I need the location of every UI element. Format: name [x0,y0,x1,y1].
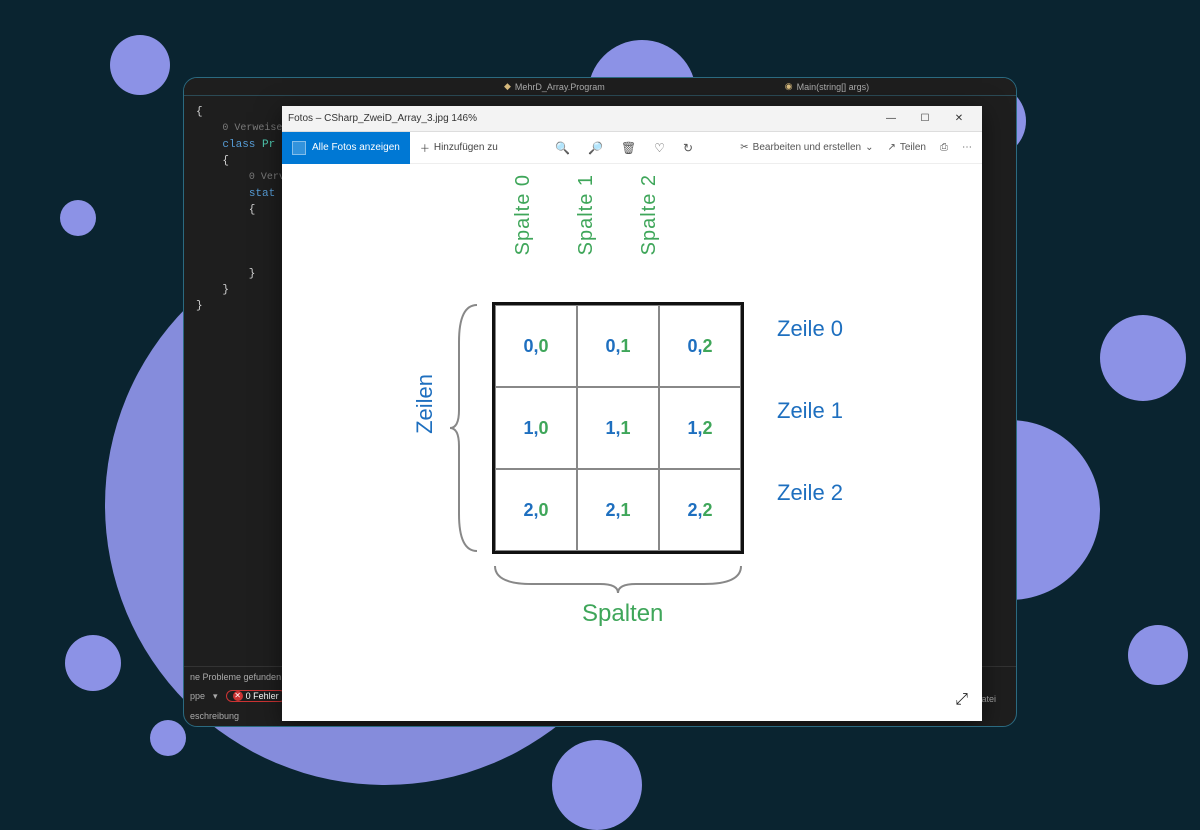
array-grid: 0,0 0,1 0,2 1,0 1,1 1,2 2,0 2,1 2,2 [492,302,744,554]
cell-1-0: 1,0 [495,387,577,469]
photos-titlebar: Fotos – CSharp_ZweiD_Array_3.jpg 146% ― … [282,106,982,132]
expand-icon[interactable]: ⤢ [955,691,968,709]
bottom-brace-icon [492,560,744,596]
crumb-label: MehrD_Array.Program [515,82,605,92]
cell-1-2: 1,2 [659,387,741,469]
class-icon: ◆ [504,81,511,92]
cell-0-1: 0,1 [577,305,659,387]
crumb-label: Main(string[] args) [797,82,870,92]
vs-breadcrumb-bar: ◆ MehrD_Array.Program ◉ Main(string[] ar… [184,78,1016,96]
cell-1-1: 1,1 [577,387,659,469]
window-title: Fotos – CSharp_ZweiD_Array_3.jpg 146% [288,113,477,124]
cell-2-2: 2,2 [659,469,741,551]
more-icon[interactable]: ⋯ [962,142,972,153]
class-name: Pr [262,139,275,151]
references-hint: 0 Verweise [222,123,282,134]
vs-crumb-method[interactable]: ◉ Main(string[] args) [785,81,869,92]
col-label: Spalte 2 [638,174,661,255]
photos-canvas: Spalte 0 Spalte 1 Spalte 2 Zeilen 0,0 0,… [282,164,982,721]
keyword: class [222,139,255,151]
crop-icon: ✂ [740,142,748,153]
minimize-button[interactable]: ― [874,106,908,132]
rows-axis-label: Zeilen [412,374,438,434]
row-label: Zeile 1 [777,398,843,424]
dropdown-label[interactable]: ppe [190,691,205,701]
errors-count: 0 Fehler [246,691,279,701]
col-label: Spalte 1 [575,174,598,255]
visual-studio-window: ◆ MehrD_Array.Program ◉ Main(string[] ar… [183,77,1017,727]
cell-0-2: 0,2 [659,305,741,387]
button-label: Alle Fotos anzeigen [312,142,400,153]
row-label: Zeile 2 [777,480,843,506]
print-icon[interactable]: ⎙ [940,142,948,153]
edit-create-button[interactable]: ✂ Bearbeiten und erstellen ⌄ [740,142,873,153]
bg-circle [1128,625,1188,685]
col-label: Spalte 0 [512,174,535,255]
errors-badge[interactable]: ✕ 0 Fehler [226,690,286,702]
description-label: eschreibung [190,711,239,721]
plus-icon: ＋ [420,140,430,155]
delete-icon[interactable]: 🗑 [621,141,636,155]
left-brace-icon [447,302,483,554]
show-all-photos-button[interactable]: Alle Fotos anzeigen [282,132,410,164]
rotate-icon[interactable]: ↻ [683,141,693,155]
dropdown-arrow-icon[interactable]: ▾ [213,691,218,702]
column-headers: Spalte 0 Spalte 1 Spalte 2 [512,174,730,255]
bg-circle [60,200,96,236]
cell-0-0: 0,0 [495,305,577,387]
error-x-icon: ✕ [233,691,243,701]
cell-2-1: 2,1 [577,469,659,551]
button-label: Teilen [900,142,926,153]
share-button[interactable]: ↗ Teilen [887,142,926,153]
chevron-down-icon: ⌄ [865,142,873,153]
gallery-icon [292,141,306,155]
cols-axis-label: Spalten [582,600,663,628]
photos-window: Fotos – CSharp_ZweiD_Array_3.jpg 146% ― … [282,106,982,721]
button-label: Bearbeiten und erstellen [753,142,861,153]
share-icon: ↗ [887,142,895,153]
maximize-button[interactable]: ☐ [908,106,942,132]
zoom-out-icon[interactable]: 🔎 [588,141,603,155]
bg-circle [1100,315,1186,401]
method-icon: ◉ [785,81,793,92]
row-headers: Zeile 0 Zeile 1 Zeile 2 [777,316,843,506]
keyword: stat [249,188,275,200]
close-button[interactable]: ✕ [942,106,976,132]
bg-circle [110,35,170,95]
button-label: Hinzufügen zu [434,142,498,153]
bg-circle [552,740,642,830]
row-label: Zeile 0 [777,316,843,342]
status-text: ne Probleme gefunden [190,672,281,682]
zoom-in-icon[interactable]: 🔍 [555,141,570,155]
references-hint: 0 Verv [249,172,285,183]
bg-circle [150,720,186,756]
add-to-button[interactable]: ＋ Hinzufügen zu [410,140,508,155]
bg-circle [65,635,121,691]
cell-2-0: 2,0 [495,469,577,551]
photos-toolbar: Alle Fotos anzeigen ＋ Hinzufügen zu 🔍 🔎 … [282,132,982,164]
favorite-icon[interactable]: ♡ [654,141,665,155]
vs-crumb-class[interactable]: ◆ MehrD_Array.Program [504,81,605,92]
